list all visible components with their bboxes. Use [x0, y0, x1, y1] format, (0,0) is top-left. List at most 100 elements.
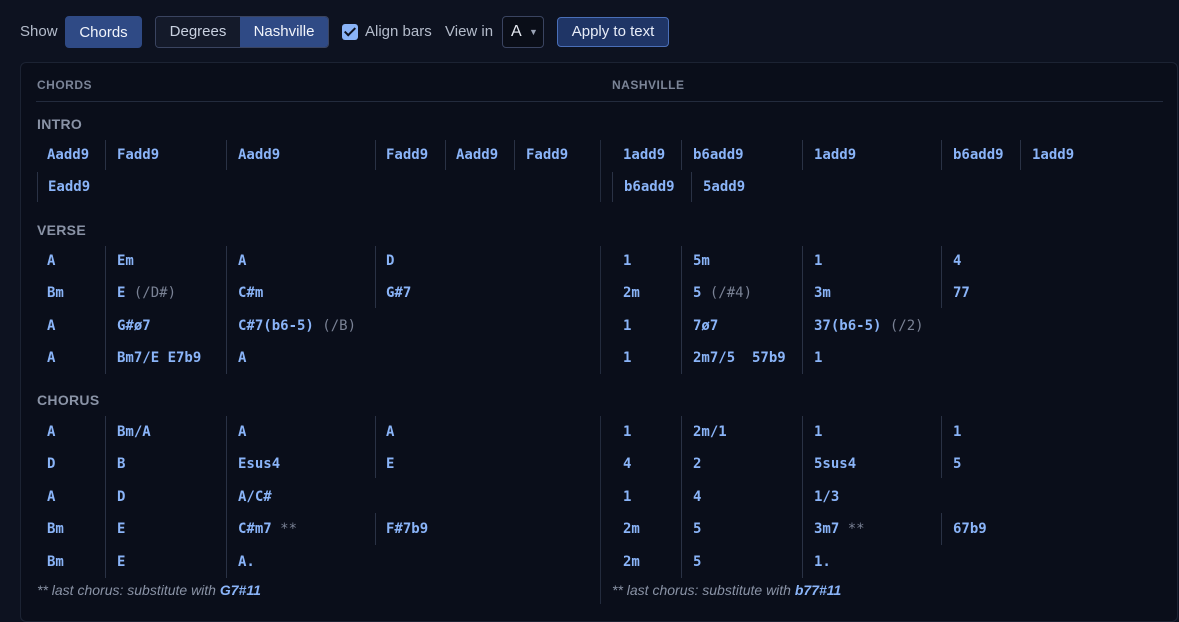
- chord-symbol[interactable]: Bm7/E E7b9: [117, 349, 201, 367]
- chord-symbol[interactable]: Fadd9: [386, 146, 428, 164]
- chord-symbol[interactable]: E (/D#): [117, 284, 176, 302]
- footnote-chord[interactable]: G7#11: [220, 582, 261, 598]
- nashville-symbol[interactable]: b6add9: [693, 146, 744, 164]
- chord-symbol[interactable]: Aadd9: [47, 146, 89, 164]
- nashville-symbol[interactable]: b6add9: [624, 178, 675, 196]
- nashville-symbol[interactable]: 67b9: [953, 520, 987, 538]
- chord-symbol[interactable]: B: [117, 455, 125, 473]
- nashville-symbol[interactable]: 5add9: [703, 178, 745, 196]
- chords-toggle-button[interactable]: Chords: [65, 16, 142, 48]
- chord-symbol[interactable]: C#7(b6-5) (/B): [238, 317, 356, 335]
- nashville-symbol[interactable]: 1: [623, 252, 631, 270]
- chord-symbol[interactable]: D: [386, 252, 394, 270]
- chord-symbol[interactable]: A.: [238, 553, 255, 571]
- chord-text: 5: [693, 285, 702, 301]
- chord-symbol[interactable]: A: [386, 423, 394, 441]
- chord-symbol[interactable]: C#m: [238, 284, 263, 302]
- apply-to-text-button[interactable]: Apply to text: [557, 17, 669, 47]
- chord-symbol[interactable]: A/C#: [238, 488, 272, 506]
- bar-line: [445, 140, 446, 170]
- nashville-symbol[interactable]: 5: [953, 455, 961, 473]
- notation-segmented-control: Degrees Nashville: [155, 16, 329, 48]
- chord-symbol[interactable]: Aadd9: [238, 146, 280, 164]
- degrees-button[interactable]: Degrees: [156, 17, 240, 47]
- nashville-symbol[interactable]: 4: [623, 455, 631, 473]
- bar-line: [691, 172, 692, 202]
- chord-symbol[interactable]: G#7: [386, 284, 411, 302]
- nashville-symbol[interactable]: 1: [814, 252, 822, 270]
- chord-symbol[interactable]: A: [238, 252, 246, 270]
- chord-symbol[interactable]: Fadd9: [526, 146, 568, 164]
- nashville-symbol[interactable]: 1: [814, 349, 822, 367]
- nashville-symbol[interactable]: 1.: [814, 553, 831, 571]
- bar-line: [105, 140, 106, 170]
- nashville-symbol[interactable]: 7ø7: [693, 317, 718, 335]
- nashville-symbol[interactable]: 5sus4: [814, 455, 856, 473]
- footnote-marker: **: [847, 521, 865, 537]
- chords-column-header: CHORDS: [37, 78, 93, 92]
- nashville-symbol[interactable]: 2m: [623, 553, 640, 571]
- chord-symbol[interactable]: A: [47, 488, 55, 506]
- chord-symbol[interactable]: Bm: [47, 553, 64, 571]
- chord-symbol[interactable]: G#ø7: [117, 317, 151, 335]
- chord-symbol[interactable]: E: [117, 520, 125, 538]
- chord-symbol[interactable]: Bm: [47, 520, 64, 538]
- nashville-symbol[interactable]: 2m/1: [693, 423, 727, 441]
- chord-symbol[interactable]: E: [386, 455, 394, 473]
- chord-symbol[interactable]: Fadd9: [117, 146, 159, 164]
- chord-symbol[interactable]: A: [47, 349, 55, 367]
- chord-symbol[interactable]: A: [47, 317, 55, 335]
- chord-symbol[interactable]: D: [47, 455, 55, 473]
- nashville-symbol[interactable]: 37(b6-5) (/2): [814, 317, 924, 335]
- chevron-down-icon: ▼: [529, 27, 538, 37]
- chord-symbol[interactable]: A: [238, 349, 246, 367]
- chord-symbol[interactable]: Bm: [47, 284, 64, 302]
- chord-symbol[interactable]: A: [238, 423, 246, 441]
- bar-line: [105, 246, 106, 374]
- nashville-symbol[interactable]: 1: [814, 423, 822, 441]
- nashville-symbol[interactable]: 2m: [623, 284, 640, 302]
- section-verse: VERSE: [37, 222, 86, 238]
- nashville-symbol[interactable]: 77: [953, 284, 970, 302]
- nashville-symbol[interactable]: 1add9: [814, 146, 856, 164]
- nashville-symbol[interactable]: 5: [693, 553, 701, 571]
- chord-symbol[interactable]: Em: [117, 252, 134, 270]
- nashville-symbol[interactable]: b6add9: [953, 146, 1004, 164]
- nashville-symbol[interactable]: 2m: [623, 520, 640, 538]
- chords-footnote: ** last chorus: substitute with G7#11: [37, 582, 261, 598]
- nashville-symbol[interactable]: 2: [693, 455, 701, 473]
- align-bars-checkbox[interactable]: [342, 24, 358, 40]
- chord-symbol[interactable]: Aadd9: [456, 146, 498, 164]
- chord-symbol[interactable]: E: [117, 553, 125, 571]
- nashville-symbol[interactable]: 1: [623, 349, 631, 367]
- chord-symbol[interactable]: A: [47, 423, 55, 441]
- nashville-symbol[interactable]: 4: [953, 252, 961, 270]
- nashville-symbol[interactable]: 5m: [693, 252, 710, 270]
- nashville-symbol[interactable]: 1/3: [814, 488, 839, 506]
- chord-symbol[interactable]: Bm/A: [117, 423, 151, 441]
- nashville-symbol[interactable]: 5 (/#4): [693, 284, 752, 302]
- chord-symbol[interactable]: Eadd9: [48, 178, 90, 196]
- nashville-symbol[interactable]: 1add9: [1032, 146, 1074, 164]
- chord-symbol[interactable]: F#7b9: [386, 520, 428, 538]
- chord-symbol[interactable]: A: [47, 252, 55, 270]
- chord-symbol[interactable]: Esus4: [238, 455, 280, 473]
- chord-symbol[interactable]: D: [117, 488, 125, 506]
- nashville-symbol[interactable]: 4: [693, 488, 701, 506]
- nashville-symbol[interactable]: 2m7/5 57b9: [693, 349, 786, 367]
- nashville-symbol[interactable]: 1: [623, 423, 631, 441]
- nashville-symbol[interactable]: 5: [693, 520, 701, 538]
- chord-symbol[interactable]: C#m7 **: [238, 520, 297, 538]
- bar-line: [802, 246, 803, 374]
- nashville-symbol[interactable]: 1: [623, 317, 631, 335]
- bass-note-annotation: (/B): [322, 318, 357, 334]
- nashville-symbol[interactable]: 3m7 **: [814, 520, 865, 538]
- nashville-symbol[interactable]: 1add9: [623, 146, 665, 164]
- view-in-key-select[interactable]: A ▼: [502, 16, 544, 48]
- bar-line: [37, 172, 38, 202]
- nashville-symbol[interactable]: 1: [953, 423, 961, 441]
- nashville-button[interactable]: Nashville: [240, 17, 328, 47]
- nashville-symbol[interactable]: 1: [623, 488, 631, 506]
- footnote-chord[interactable]: b77#11: [795, 582, 841, 598]
- nashville-symbol[interactable]: 3m: [814, 284, 831, 302]
